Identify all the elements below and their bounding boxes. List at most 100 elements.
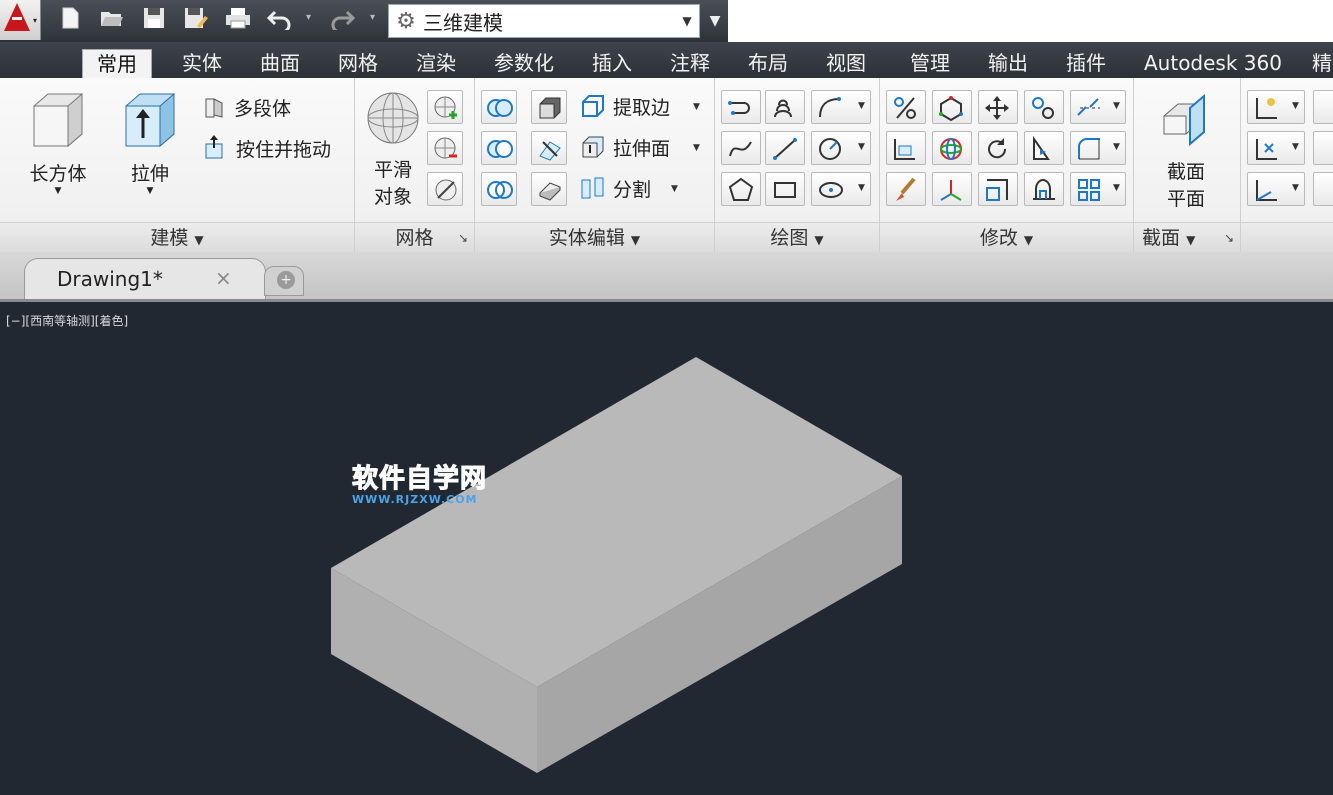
modeling-panel-title[interactable]: 建模 ▼ (0, 222, 354, 252)
extrude-faces-button[interactable]: 拉伸面 (579, 133, 670, 161)
mesh-panel-title[interactable]: 网格 ↘ (355, 222, 474, 252)
offset-button[interactable] (978, 172, 1018, 206)
ucs-view-icon (1256, 180, 1277, 201)
undo-icon[interactable] (266, 6, 294, 34)
close-icon[interactable]: × (215, 266, 232, 290)
scale-button[interactable] (886, 90, 926, 124)
mesh-remove-crease-button[interactable] (427, 131, 463, 165)
tab-render[interactable]: 渲染 (410, 49, 462, 78)
redo-icon[interactable] (328, 6, 356, 34)
thicken-button[interactable] (531, 172, 567, 206)
tab-surface[interactable]: 曲面 (254, 49, 306, 78)
3d-orbit-button[interactable] (932, 131, 972, 165)
panel-launcher-icon[interactable]: ↘ (1224, 223, 1234, 253)
redo-list-chevron-icon[interactable]: ▾ (370, 12, 375, 23)
new-drawing-tab[interactable]: + (264, 266, 304, 296)
tab-manage[interactable]: 管理 (904, 49, 956, 78)
slice-button[interactable] (531, 131, 567, 165)
polyline-button[interactable] (721, 90, 761, 124)
shell-button[interactable] (531, 90, 567, 124)
save-as-icon[interactable] (182, 6, 210, 34)
section-plane-button[interactable]: 截面 平面 (1146, 92, 1226, 211)
rectangular-array-button[interactable]: ▼ (1070, 172, 1126, 206)
tab-plugins[interactable]: 插件 (1060, 49, 1112, 78)
stretch-button[interactable] (1024, 172, 1064, 206)
intersect-icon (487, 181, 513, 199)
drawing-viewport[interactable]: [−][西南等轴测][着色] 软件自学网 WWW.RJZXW.COM (0, 302, 1333, 795)
ucs-extra-2-button[interactable] (1313, 131, 1333, 165)
tab-featured[interactable]: 精 (1306, 49, 1333, 78)
box-button[interactable]: 长方体 ▼ (20, 90, 96, 196)
ucs-light-button[interactable]: ▼ (1247, 90, 1305, 124)
document-tab-drawing1[interactable]: Drawing1* × (24, 258, 266, 299)
tab-mesh[interactable]: 网格 (332, 49, 384, 78)
rotate-button[interactable] (978, 131, 1018, 165)
panel-launcher-icon[interactable]: ↘ (458, 223, 468, 253)
modify-panel-title[interactable]: 修改 ▼ (880, 222, 1133, 252)
gizmo-icon (939, 96, 963, 121)
customize-toolbar-icon[interactable]: ▼ (704, 6, 726, 36)
extrude-button[interactable]: 拉伸 ▼ (112, 90, 188, 196)
solid-editing-panel-title[interactable]: 实体编辑 ▼ (475, 222, 714, 252)
align-button[interactable] (886, 131, 926, 165)
helix-button[interactable] (765, 90, 805, 124)
draw-panel-title[interactable]: 绘图 ▼ (715, 222, 879, 252)
draw-title-label: 绘图 (770, 227, 809, 249)
ucs-view-button[interactable]: ▼ (1247, 172, 1305, 206)
workspace-selector[interactable]: ⚙ 三维建模 ▼ (388, 4, 700, 38)
spline-button[interactable] (721, 131, 761, 165)
smooth-object-button[interactable]: 平滑 对象 (361, 90, 425, 209)
ucs-button[interactable] (932, 172, 972, 206)
mesh-refine-button[interactable] (427, 172, 463, 206)
match-properties-button[interactable] (886, 172, 926, 206)
tab-solid[interactable]: 实体 (176, 49, 228, 78)
ellipse-button[interactable]: ▼ (811, 172, 871, 206)
3d-rotate-button[interactable] (932, 90, 972, 124)
mesh-add-crease-button[interactable] (427, 90, 463, 124)
section-panel-title[interactable]: 截面 ▼ ↘ (1134, 222, 1240, 252)
tab-annotate[interactable]: 注释 (664, 49, 716, 78)
circle-icon (819, 138, 841, 160)
tab-layout[interactable]: 布局 (742, 49, 794, 78)
union-button[interactable] (481, 90, 517, 124)
application-menu-button[interactable]: ▾ (0, 0, 41, 40)
chevron-down-icon: ▼ (858, 142, 865, 152)
new-file-icon[interactable] (56, 6, 84, 34)
array-button[interactable] (1024, 90, 1064, 124)
axis-icon (940, 180, 962, 201)
line-button[interactable] (765, 131, 805, 165)
tab-insert[interactable]: 插入 (586, 49, 638, 78)
tab-home[interactable]: 常用 (82, 49, 152, 78)
polygon-button[interactable] (721, 172, 761, 206)
separate-button[interactable]: 分割 (579, 174, 651, 202)
smooth-label-line1: 平滑 (373, 159, 412, 181)
break-button[interactable]: ▼ (1070, 90, 1126, 124)
circle-button[interactable]: ▼ (811, 131, 871, 165)
undo-list-chevron-icon[interactable]: ▾ (306, 12, 311, 23)
polysolid-button[interactable]: 多段体 (202, 94, 291, 121)
print-icon[interactable] (224, 6, 252, 34)
chevron-down-icon: ▼ (194, 233, 204, 247)
tab-output[interactable]: 输出 (982, 49, 1034, 78)
chevron-down-icon[interactable]: ▼ (671, 184, 678, 194)
ucs-x-button[interactable]: ▼ (1247, 131, 1305, 165)
rectangle-button[interactable] (765, 172, 805, 206)
save-icon[interactable] (140, 6, 168, 34)
open-file-icon[interactable] (98, 6, 126, 34)
move-button[interactable] (978, 90, 1018, 124)
subtract-button[interactable] (481, 131, 517, 165)
tab-parametric[interactable]: 参数化 (488, 49, 560, 78)
plus-icon: + (277, 271, 295, 289)
mirror-button[interactable] (1024, 131, 1064, 165)
presspull-button[interactable]: 按住并拖动 (202, 134, 331, 162)
chevron-down-icon[interactable]: ▼ (693, 143, 700, 153)
intersect-button[interactable] (481, 172, 517, 206)
chevron-down-icon[interactable]: ▼ (693, 102, 700, 112)
extract-edges-button[interactable]: 提取边 (579, 92, 670, 120)
tab-autodesk-360[interactable]: Autodesk 360 (1138, 49, 1288, 78)
ucs-extra-3-button[interactable] (1313, 172, 1333, 206)
tab-view[interactable]: 视图 (820, 49, 872, 78)
ucs-extra-1-button[interactable] (1313, 90, 1333, 124)
fillet-button[interactable]: ▼ (1070, 131, 1126, 165)
arc-button[interactable]: ▼ (811, 90, 871, 124)
